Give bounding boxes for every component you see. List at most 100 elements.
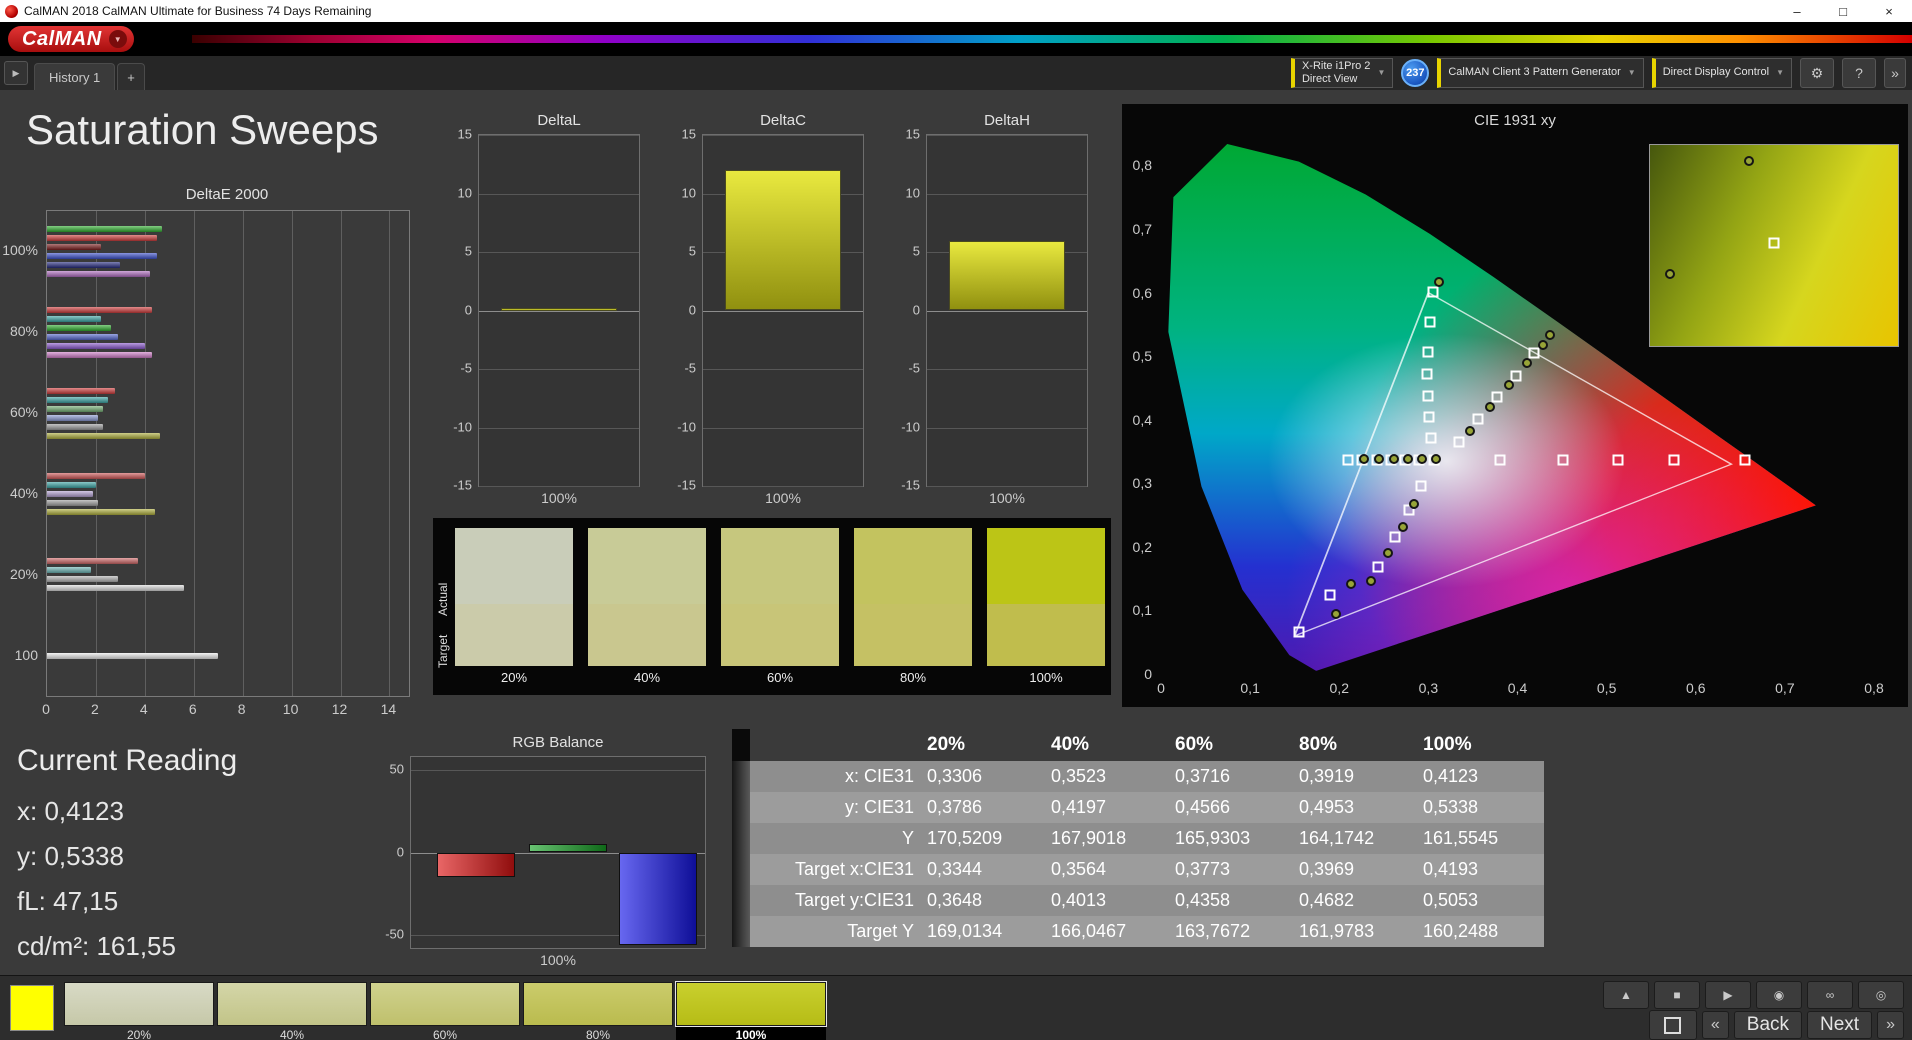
axis-tick-label: 5 — [464, 243, 472, 259]
display-control-dropdown[interactable]: Direct Display Control ▼ — [1651, 58, 1792, 88]
meter-dropdown[interactable]: X-Rite i1Pro 2 Direct View ▼ — [1290, 58, 1394, 88]
table-row: Y 170,5209 167,9018 165,9303 164,1742 161,554… — [732, 823, 1544, 854]
collapse-arrow-icon[interactable]: ▶ — [4, 61, 28, 85]
measured-point — [1383, 548, 1394, 559]
measured-point — [1402, 454, 1413, 465]
plot-area — [702, 134, 864, 487]
measured-point — [1522, 358, 1533, 369]
row-label: Y — [901, 828, 914, 848]
loop-button[interactable]: ∞ — [1807, 981, 1853, 1009]
patch-button-60%[interactable]: 60% — [370, 982, 520, 1040]
first-page-button[interactable]: « — [1701, 1011, 1729, 1039]
patch-button-100%[interactable]: 100% — [675, 981, 827, 1040]
maximize-button[interactable]: □ — [1820, 0, 1866, 22]
axis-tick-label: 60% — [9, 404, 38, 421]
patch-button-80%[interactable]: 80% — [523, 982, 673, 1040]
delta-bar — [725, 170, 841, 311]
measured-point — [1366, 575, 1377, 586]
grid-line — [927, 427, 1087, 429]
help-button[interactable]: ? — [1842, 58, 1876, 88]
axis-tick-label: 80% — [9, 323, 38, 340]
table-cell: 165,9303 — [1175, 828, 1251, 848]
axis-tick-label: 0 — [396, 844, 404, 859]
grid-line — [703, 427, 863, 429]
deltae-bar — [47, 405, 104, 412]
pattern-generator-label: CalMAN Client 3 Pattern Generator — [1448, 66, 1621, 79]
target-point — [1453, 436, 1465, 448]
table-row: y: CIE31 0,3786 0,4197 0,4566 0,4953 0,5338 — [732, 792, 1544, 823]
measured-point — [1374, 454, 1385, 465]
saturation-swatch — [588, 528, 706, 666]
table-cell: 0,5053 — [1423, 890, 1479, 910]
table-cell: 163,7672 — [1175, 921, 1251, 941]
x-axis-label: 100% — [765, 490, 801, 506]
axis-tick-label: 0,4 — [1132, 411, 1152, 428]
last-page-button[interactable]: » — [1877, 1011, 1904, 1039]
deltae-bar — [47, 270, 150, 277]
grid-line — [479, 369, 639, 370]
axis-tick-label: 50 — [389, 761, 404, 777]
table-row: Target Y 169,0134 166,0467 163,7672 161,9783… — [732, 916, 1544, 947]
axis-tick-label: -5 — [684, 360, 696, 376]
power-button[interactable]: ◎ — [1858, 981, 1904, 1009]
axis-tick-label: 100% — [2, 242, 38, 259]
axis-tick-label: -50 — [385, 926, 404, 942]
patch-button-40%[interactable]: 40% — [217, 982, 367, 1040]
table-cell: 0,4123 — [1423, 766, 1479, 786]
column-header: 100% — [1423, 734, 1472, 755]
grid-line — [479, 427, 639, 429]
stop-button[interactable]: ■ — [1654, 981, 1700, 1009]
swatch-label: 80% — [899, 670, 927, 685]
patch-swatch — [217, 982, 367, 1026]
target-point — [1472, 413, 1484, 425]
brand-label: CalMAN — [22, 27, 102, 50]
deltae-bar — [47, 558, 138, 565]
grid-line — [479, 486, 639, 487]
add-tab-button[interactable]: + — [117, 63, 145, 90]
table-cell: 0,3523 — [1051, 766, 1107, 786]
table-row: Target y:CIE31 0,3648 0,4013 0,4358 0,4682 0,… — [732, 885, 1544, 916]
pattern-generator-dropdown[interactable]: CalMAN Client 3 Pattern Generator ▼ — [1437, 58, 1644, 88]
next-button[interactable]: Next — [1807, 1011, 1873, 1039]
transport-controls: ▲ ■ ▶ ◉ ∞ ◎ — [1603, 981, 1904, 1009]
calman-logo-menu[interactable]: CalMAN ▼ — [8, 26, 134, 52]
table-cell: 0,5338 — [1423, 797, 1479, 817]
device-bar: X-Rite i1Pro 2 Direct View ▼ 237 CalMAN … — [1290, 58, 1906, 88]
chevron-down-icon: ▼ — [1377, 68, 1386, 78]
bottom-bar: 20% 40% 60% 80% 100% ▲ ■ ▶ ◉ ∞ ◎ « Back Next » — [0, 975, 1912, 1040]
swatch-label: 20% — [500, 670, 528, 685]
gear-icon[interactable]: ⚙ — [1800, 58, 1834, 88]
eject-button[interactable]: ▲ — [1603, 981, 1649, 1009]
app-icon — [5, 4, 18, 18]
row-gutter — [732, 885, 750, 916]
deltae-bar — [47, 315, 101, 322]
table-cell: 169,0134 — [927, 921, 1003, 941]
target-point — [1739, 454, 1751, 466]
target-point — [1768, 237, 1780, 249]
play-button[interactable]: ▶ — [1705, 981, 1751, 1009]
patch-button-20%[interactable]: 20% — [64, 982, 214, 1040]
table-row: Target x:CIE31 0,3344 0,3564 0,3773 0,3969 0,… — [732, 854, 1544, 885]
measured-point — [1664, 268, 1675, 279]
capture-button[interactable]: ◉ — [1756, 981, 1802, 1009]
target-point — [1422, 390, 1434, 402]
axis-tick-label: -10 — [901, 419, 920, 434]
square-icon — [1664, 1016, 1682, 1034]
table-row: x: CIE31 0,3306 0,3523 0,3716 0,3919 0,4123 — [732, 761, 1544, 792]
y-axis: 15 10 5 0 -5 -10 -15 — [888, 127, 926, 493]
table-cell: 0,3786 — [927, 797, 983, 817]
tab-history-1[interactable]: History 1 — [34, 63, 116, 90]
axis-tick-label: 0 — [42, 701, 50, 717]
pattern-window-button[interactable] — [1648, 1010, 1697, 1040]
axis-tick-label: 12 — [331, 701, 348, 717]
close-button[interactable]: × — [1866, 0, 1912, 22]
axis-tick-label: 10 — [457, 185, 472, 200]
rainbow-stripe — [192, 35, 1912, 43]
back-button[interactable]: Back — [1733, 1011, 1803, 1039]
expand-panel-button[interactable]: » — [1884, 58, 1906, 88]
patch-label: 60% — [432, 1028, 458, 1040]
deltae-plot-area — [46, 210, 410, 697]
minimize-button[interactable]: – — [1774, 0, 1820, 22]
window-controls: – □ × — [1774, 0, 1912, 22]
patch-label: 100% — [676, 1026, 826, 1040]
